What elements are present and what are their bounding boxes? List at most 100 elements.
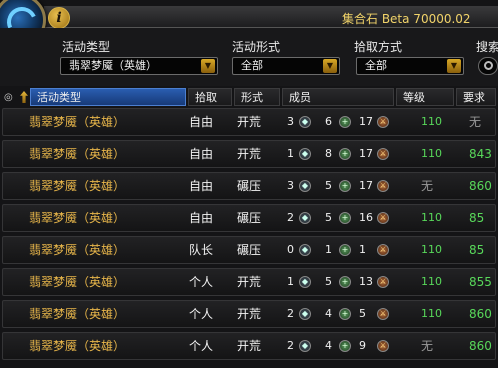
tank-role-icon: ◆ [299,244,311,256]
list-item[interactable]: 翡翠梦魇（英雄） 自由 碾压 2 ◆ 5 +16 ⚔ 110 85 [2,204,496,232]
tank-count: 3 [287,179,294,192]
activity-name: 翡翠梦魇（英雄） [29,147,126,161]
loot-value: 自由 [189,179,214,193]
healer-count: 5 [325,275,332,288]
tank-count: 1 [287,275,294,288]
tank-role-icon: ◆ [299,308,311,320]
header-activity-type[interactable]: 活动类型 [30,88,186,106]
form-value: 开荒 [237,339,262,353]
tank-role-icon: ◆ [299,116,311,128]
list-item[interactable]: 翡翠梦魇（英雄） 个人 开荒 2 ◆ 4 +5 ⚔ 110 860 [2,300,496,328]
app-title: 集合石 Beta 70000.02 [342,12,471,26]
activity-name: 翡翠梦魇（英雄） [29,211,126,225]
tank-role-icon: ◆ [299,180,311,192]
activity-name: 翡翠梦魇（英雄） [29,275,126,289]
healer-count: 8 [325,147,332,160]
loot-value: 个人 [189,307,214,321]
header-level[interactable]: 等级 [396,88,454,106]
loot-method-dropdown[interactable]: 全部 ▼ [356,57,464,75]
activity-name: 翡翠梦魇（英雄） [29,307,126,321]
healer-count: 6 [325,115,332,128]
activity-form-value: 全部 [241,59,263,72]
chevron-down-icon[interactable]: ▼ [201,59,215,73]
tank-role-icon: ◆ [299,148,311,160]
chevron-down-icon[interactable]: ▼ [323,59,337,73]
dps-role-icon: ⚔ [377,212,389,224]
level-value: 无 [421,339,434,353]
list-item[interactable]: 翡翠梦魇（英雄） 自由 碾压 3 ◆ 5 +17 ⚔ 无 860 [2,172,496,200]
activity-type-label: 活动类型 [62,40,111,54]
title-bar[interactable]: 集合石 Beta 70000.02 [44,6,498,28]
healer-role-icon: + [339,276,351,288]
level-value: 110 [421,115,442,128]
sort-arrow-icon[interactable] [20,91,28,103]
loot-value: 自由 [189,211,214,225]
requirement-value: 860 [469,307,492,321]
dps-role-icon: ⚔ [377,308,389,320]
list-item[interactable]: 翡翠梦魇（英雄） 个人 开荒 1 ◆ 5 +13 ⚔ 110 855 [2,268,496,296]
dps-count: 5 [359,307,366,320]
settings-icon[interactable]: ◎ [4,92,13,103]
activity-type-value: 翡翠梦魇（英雄） [69,59,157,72]
dps-count: 13 [359,275,373,288]
header-members[interactable]: 成员 [282,88,394,106]
healer-role-icon: + [339,212,351,224]
level-value: 110 [421,243,442,256]
header-form[interactable]: 形式 [234,88,280,106]
info-button[interactable]: i [48,7,70,29]
header-loot[interactable]: 拾取 [188,88,232,106]
search-input[interactable] [478,57,498,75]
dps-role-icon: ⚔ [377,180,389,192]
tank-count: 2 [287,307,294,320]
dps-count: 17 [359,115,373,128]
healer-count: 5 [325,179,332,192]
loot-value: 自由 [189,115,214,129]
header-requirement[interactable]: 要求 [456,88,496,106]
app-frame: 集合石 Beta 70000.02 i 活动类型 翡翠梦魇（英雄） ▼ 活动形式… [0,0,498,368]
list-item[interactable]: 翡翠梦魇（英雄） 队长 碾压 0 ◆ 1 +1 ⚔ 110 85 [2,236,496,264]
list-item[interactable]: 翡翠梦魇（英雄） 自由 开荒 3 ◆ 6 +17 ⚔ 110 无 [2,108,496,136]
list-item[interactable]: 翡翠梦魇（英雄） 自由 开荒 1 ◆ 8 +17 ⚔ 110 843 [2,140,496,168]
healer-role-icon: + [339,244,351,256]
dps-count: 17 [359,147,373,160]
search-icon [484,61,493,70]
dps-count: 9 [359,339,366,352]
activity-name: 翡翠梦魇（英雄） [29,339,126,353]
requirement-value: 85 [469,211,485,225]
form-value: 碾压 [237,179,262,193]
loot-value: 个人 [189,275,214,289]
activity-form-dropdown[interactable]: 全部 ▼ [232,57,340,75]
level-value: 110 [421,211,442,224]
activity-name: 翡翠梦魇（英雄） [29,179,126,193]
level-value: 110 [421,307,442,320]
requirement-value: 855 [469,275,492,289]
activity-name: 翡翠梦魇（英雄） [29,243,126,257]
healer-role-icon: + [339,340,351,352]
dps-role-icon: ⚔ [377,276,389,288]
form-value: 碾压 [237,243,262,257]
requirement-value: 无 [469,115,482,129]
loot-method-label: 拾取方式 [354,40,403,54]
filter-bar: 活动类型 翡翠梦魇（英雄） ▼ 活动形式 全部 ▼ 拾取方式 全部 ▼ 搜索 [0,28,498,86]
form-value: 开荒 [237,147,262,161]
form-value: 碾压 [237,211,262,225]
activity-type-dropdown[interactable]: 翡翠梦魇（英雄） ▼ [60,57,218,75]
tank-count: 1 [287,147,294,160]
dps-role-icon: ⚔ [377,116,389,128]
dps-count: 17 [359,179,373,192]
loot-value: 队长 [189,243,214,257]
dps-role-icon: ⚔ [377,340,389,352]
tank-count: 3 [287,115,294,128]
activity-name: 翡翠梦魇（英雄） [29,115,126,129]
requirement-value: 860 [469,339,492,353]
chevron-down-icon[interactable]: ▼ [447,59,461,73]
healer-count: 1 [325,243,332,256]
loot-value: 个人 [189,339,214,353]
healer-count: 4 [325,307,332,320]
list-item[interactable]: 翡翠梦魇（英雄） 个人 开荒 2 ◆ 4 +9 ⚔ 无 860 [2,332,496,360]
dps-role-icon: ⚔ [377,148,389,160]
tank-count: 2 [287,339,294,352]
requirement-value: 85 [469,243,485,257]
tank-role-icon: ◆ [299,212,311,224]
tank-role-icon: ◆ [299,276,311,288]
